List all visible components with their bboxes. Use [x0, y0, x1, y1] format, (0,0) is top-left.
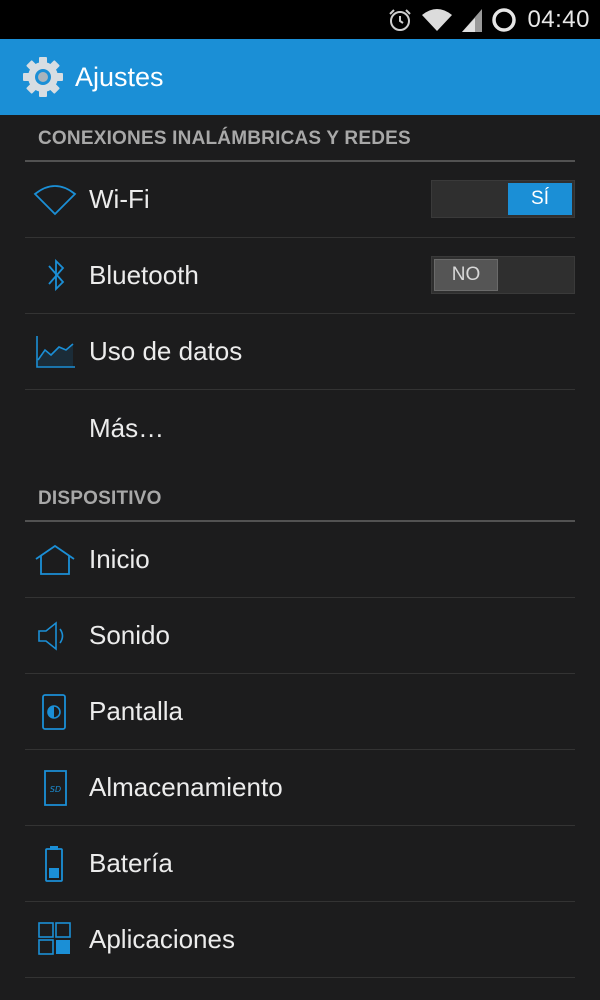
section-header-device: DISPOSITIVO — [25, 466, 575, 522]
toggle-state-label: SÍ — [508, 183, 572, 215]
section-header-wireless: CONEXIONES INALÁMBRICAS Y REDES — [25, 115, 575, 162]
page-title: Ajustes — [75, 61, 164, 92]
bluetooth-toggle[interactable]: NO — [431, 256, 575, 294]
svg-text:SD: SD — [50, 785, 61, 794]
settings-item-sound[interactable]: Sonido — [25, 598, 575, 674]
settings-item-label: Uso de datos — [89, 336, 243, 366]
battery-icon — [25, 826, 89, 902]
status-bar: 04:40 — [0, 0, 600, 39]
settings-item-home[interactable]: Inicio — [25, 522, 575, 598]
settings-item-label: Sonido — [89, 620, 170, 650]
settings-item-label: Pantalla — [89, 696, 183, 726]
settings-item-apps[interactable]: Aplicaciones — [25, 902, 575, 978]
settings-item-label: Bluetooth — [89, 260, 199, 290]
settings-item-battery[interactable]: Batería — [25, 826, 575, 902]
apps-icon — [25, 902, 89, 978]
bluetooth-icon — [25, 238, 89, 314]
settings-item-wifi[interactable]: Wi-Fi SÍ — [25, 162, 575, 238]
sound-icon — [25, 598, 89, 674]
settings-item-label: Batería — [89, 848, 173, 878]
settings-item-display[interactable]: Pantalla — [25, 674, 575, 750]
sd-card-icon: SD — [25, 750, 89, 826]
display-icon — [25, 674, 89, 750]
home-icon — [25, 522, 89, 598]
settings-item-data-usage[interactable]: Uso de datos — [25, 314, 575, 390]
gear-icon[interactable] — [20, 54, 66, 100]
action-bar: Ajustes — [0, 39, 600, 115]
settings-item-label: Almacenamiento — [89, 772, 283, 802]
settings-list: CONEXIONES INALÁMBRICAS Y REDES Wi-Fi SÍ… — [0, 115, 600, 978]
wifi-icon — [25, 162, 89, 238]
wifi-signal-icon — [421, 7, 453, 33]
cell-signal-icon — [461, 7, 483, 33]
settings-item-storage[interactable]: SD Almacenamiento — [25, 750, 575, 826]
settings-item-label: Inicio — [89, 544, 150, 574]
data-usage-icon — [25, 314, 89, 390]
settings-item-label: Más… — [89, 412, 165, 443]
toggle-state-label: NO — [434, 259, 498, 291]
settings-item-label: Wi-Fi — [89, 184, 150, 214]
status-time: 04:40 — [527, 5, 590, 33]
wifi-toggle[interactable]: SÍ — [431, 180, 575, 218]
settings-item-label: Aplicaciones — [89, 924, 235, 954]
settings-item-bluetooth[interactable]: Bluetooth NO — [25, 238, 575, 314]
settings-item-more[interactable]: Más… — [25, 390, 575, 466]
sync-circle-icon — [491, 7, 517, 33]
alarm-icon — [387, 7, 413, 33]
